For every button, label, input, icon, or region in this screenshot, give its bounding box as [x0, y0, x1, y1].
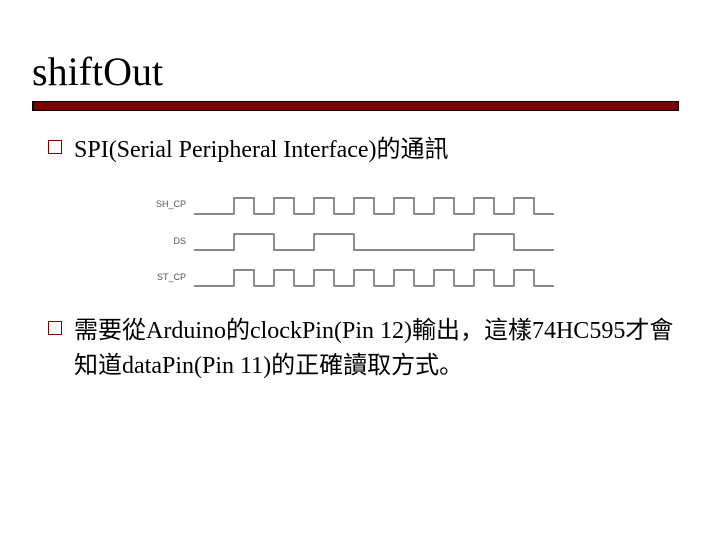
bullet-icon	[48, 140, 62, 154]
bullet-text: SPI(Serial Peripheral Interface)的通訊	[74, 137, 449, 163]
signal-wave-stcp	[194, 270, 554, 286]
bullet-item: SPI(Serial Peripheral Interface)的通訊	[32, 133, 676, 168]
timing-svg: SH_CP DS ST_CP	[134, 186, 574, 296]
slide-title: shiftOut	[32, 48, 676, 95]
signal-wave-shcp	[194, 198, 554, 214]
bullet-item: 需要從Arduino的clockPin(Pin 12)輸出，這樣74HC595才…	[32, 314, 676, 384]
signal-wave-ds	[194, 234, 554, 250]
timing-diagram: SH_CP DS ST_CP	[32, 186, 676, 296]
signal-label-shcp: SH_CP	[156, 199, 186, 209]
slide: shiftOut SPI(Serial Peripheral Interface…	[32, 48, 676, 492]
bullet-icon	[48, 321, 62, 335]
signal-label-ds: DS	[173, 236, 186, 246]
title-rule	[32, 101, 679, 111]
signal-label-stcp: ST_CP	[157, 272, 186, 282]
bullet-text: 需要從Arduino的clockPin(Pin 12)輸出，這樣74HC595才…	[74, 318, 673, 379]
